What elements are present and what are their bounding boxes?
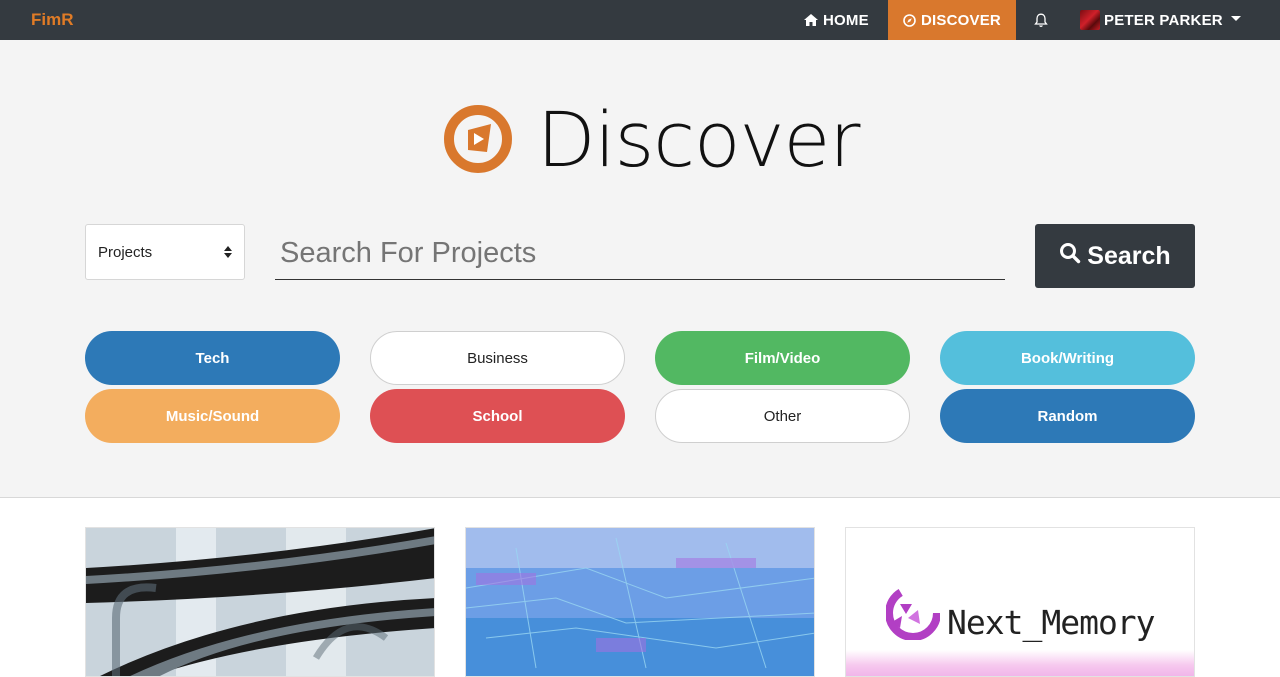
select-value: Projects: [98, 243, 153, 261]
project-card-next-memory[interactable]: Next_Memory: [845, 527, 1195, 677]
category-school[interactable]: School: [370, 389, 625, 443]
compass-icon: [903, 13, 916, 27]
next-memory-logo-icon: [885, 585, 941, 641]
category-business[interactable]: Business: [370, 331, 625, 385]
category-label: Random: [1037, 407, 1098, 425]
category-label: Film/Video: [744, 349, 821, 367]
nav-home-label: HOME: [823, 11, 869, 29]
notifications-button[interactable]: [1030, 0, 1052, 40]
user-name: PETER PARKER: [1104, 11, 1223, 29]
play-circle-icon: [443, 104, 513, 174]
category-book-writing[interactable]: Book/Writing: [940, 331, 1195, 385]
user-menu[interactable]: PETER PARKER: [1080, 0, 1241, 40]
category-label: Other: [763, 407, 802, 425]
category-label: School: [472, 407, 523, 425]
nav-home-link[interactable]: HOME: [804, 0, 869, 40]
nav-discover-label: DISCOVER: [921, 11, 1001, 29]
project-card-film[interactable]: [85, 527, 435, 677]
search-button[interactable]: Search: [1035, 224, 1195, 288]
caret-down-icon: [1230, 16, 1241, 21]
category-random[interactable]: Random: [940, 389, 1195, 443]
category-film-video[interactable]: Film/Video: [655, 331, 910, 385]
search-button-label: Search: [1087, 241, 1171, 270]
category-label: Music/Sound: [165, 407, 260, 425]
home-icon: [804, 14, 818, 26]
brand-logo[interactable]: FimR: [31, 10, 74, 30]
card-gradient-bar: [846, 650, 1194, 676]
search-type-select[interactable]: Projects: [85, 224, 245, 280]
search-icon: [1059, 242, 1081, 271]
bell-icon: [1034, 13, 1048, 28]
discover-hero: Discover Projects Search Tech Business F…: [0, 40, 1280, 498]
card-title: Next_Memory: [947, 603, 1156, 642]
category-label: Book/Writing: [1020, 349, 1115, 367]
category-other[interactable]: Other: [655, 389, 910, 443]
page-title: Discover: [537, 95, 860, 184]
category-music-sound[interactable]: Music/Sound: [85, 389, 340, 443]
avatar: [1080, 10, 1100, 30]
category-label: Tech: [195, 349, 230, 367]
film-strip-image: [86, 528, 434, 676]
top-navbar: FimR HOME DISCOVER PETER PARKER: [0, 0, 1280, 40]
category-tech[interactable]: Tech: [85, 331, 340, 385]
category-label: Business: [467, 349, 528, 367]
project-card-circuit[interactable]: [465, 527, 815, 677]
circuit-board-image: [466, 528, 814, 676]
select-arrows-icon: [224, 246, 232, 258]
search-input[interactable]: [275, 228, 1005, 280]
nav-discover-link[interactable]: DISCOVER: [888, 0, 1016, 40]
